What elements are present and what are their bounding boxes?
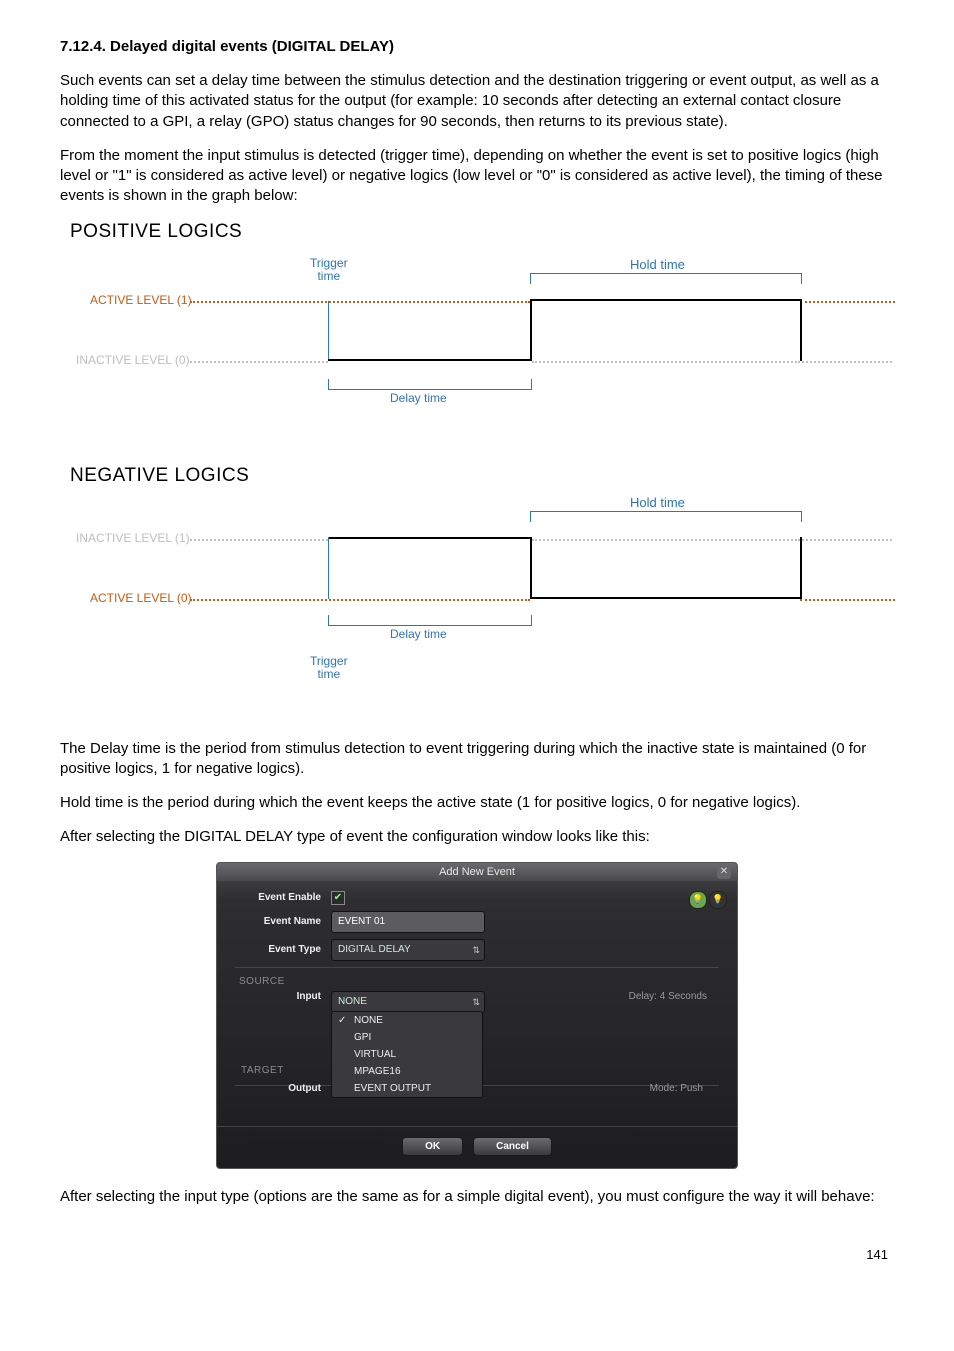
event-name-label: Event Name [235, 916, 331, 927]
paragraph-2: From the moment the input stimulus is de… [60, 146, 894, 207]
close-icon[interactable]: ✕ [717, 865, 731, 879]
active-level-label: ACTIVE LEVEL (0) [90, 591, 192, 605]
page-number: 141 [60, 1247, 894, 1262]
hold-bracket [530, 511, 802, 522]
event-type-select[interactable]: DIGITAL DELAY⇅ [331, 939, 485, 961]
vertical-line [530, 299, 532, 361]
dotted-line [800, 301, 895, 303]
dotted-line [800, 599, 895, 601]
dotted-line [532, 539, 800, 541]
paragraph-5: After selecting the input type (options … [60, 1187, 894, 1207]
solid-line [328, 359, 530, 361]
source-section-label: SOURCE [239, 976, 719, 987]
dotted-line [802, 361, 892, 363]
event-name-field[interactable]: EVENT 01 [331, 911, 485, 933]
paragraph-3b: Hold time is the period during which the… [60, 793, 894, 813]
vertical-line [800, 537, 802, 599]
dotted-line [190, 301, 530, 303]
chevron-updown-icon: ⇅ [472, 942, 480, 958]
paragraph-3a: The Delay time is the period from stimul… [60, 739, 894, 780]
delay-bracket [328, 379, 532, 390]
dropdown-item-event-output[interactable]: EVENT OUTPUT [332, 1080, 482, 1097]
dotted-line [190, 599, 530, 601]
input-select[interactable]: NONE⇅ [331, 991, 485, 1013]
active-level-label: ACTIVE LEVEL (1) [90, 293, 192, 307]
delay-text: Delay: 4 Seconds [629, 991, 719, 1002]
delay-time-label: Delay time [390, 627, 447, 641]
dotted-line [190, 539, 328, 541]
inactive-level-label: INACTIVE LEVEL (1) [76, 531, 190, 545]
ok-button[interactable]: OK [402, 1137, 463, 1156]
chevron-updown-icon: ⇅ [472, 994, 480, 1010]
solid-line [328, 537, 530, 539]
dropdown-item-mpage16[interactable]: MPAGE16 [332, 1063, 482, 1080]
hold-bracket [530, 273, 802, 284]
hold-time-label: Hold time [630, 257, 685, 272]
dropdown-item-virtual[interactable]: VIRTUAL [332, 1046, 482, 1063]
event-type-label: Event Type [235, 944, 331, 955]
positive-logics-title: POSITIVE LOGICS [70, 221, 894, 243]
bulb-icon[interactable]: 💡 [709, 891, 727, 909]
dropdown-item-gpi[interactable]: GPI [332, 1029, 482, 1046]
solid-line [530, 299, 800, 301]
bulb-icon[interactable]: 💡 [689, 891, 707, 909]
inactive-level-label: INACTIVE LEVEL (0) [76, 353, 190, 367]
trigger-arrow [328, 537, 329, 599]
negative-logics-diagram: NEGATIVE LOGICS Hold time INACTIVE LEVEL… [70, 465, 894, 725]
output-label: Output [235, 1083, 331, 1094]
dotted-line [532, 361, 800, 363]
negative-logics-title: NEGATIVE LOGICS [70, 465, 894, 487]
trigger-time-label: Trigger time [310, 655, 348, 681]
trigger-arrow [328, 301, 329, 359]
target-section-label: TARGET [241, 1065, 284, 1076]
vertical-line [530, 537, 532, 599]
dotted-line [802, 539, 892, 541]
input-label: Input [235, 991, 331, 1002]
add-new-event-dialog: Add New Event ✕ 💡 💡 Event Enable ✔ Event… [216, 862, 738, 1169]
delay-bracket [328, 615, 532, 626]
paragraph-4: After selecting the DIGITAL DELAY type o… [60, 827, 894, 847]
delay-time-label: Delay time [390, 391, 447, 405]
paragraph-1: Such events can set a delay time between… [60, 71, 894, 132]
trigger-time-label: Trigger time [310, 257, 348, 283]
mode-text: Mode: Push [650, 1083, 715, 1094]
cancel-button[interactable]: Cancel [473, 1137, 552, 1156]
input-dropdown-menu: NONE GPI VIRTUAL MPAGE16 EVENT OUTPUT [331, 1011, 483, 1098]
dialog-title-text: Add New Event [439, 866, 515, 878]
dotted-line [190, 361, 328, 363]
vertical-line [800, 299, 802, 361]
dialog-title-bar: Add New Event ✕ [217, 863, 737, 881]
event-enable-checkbox[interactable]: ✔ [331, 891, 345, 905]
solid-line [530, 597, 800, 599]
positive-logics-diagram: POSITIVE LOGICS Trigger time Hold time A… [70, 221, 894, 451]
event-enable-label: Event Enable [235, 892, 331, 903]
section-heading: 7.12.4. Delayed digital events (DIGITAL … [60, 38, 894, 55]
hold-time-label: Hold time [630, 495, 685, 510]
dropdown-item-none[interactable]: NONE [332, 1012, 482, 1029]
